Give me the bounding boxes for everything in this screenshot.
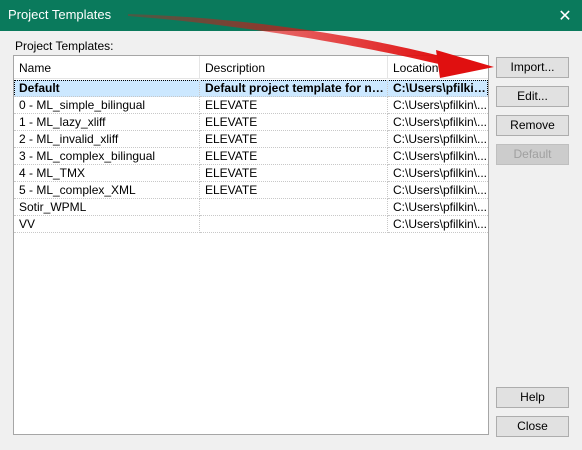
- cell-location: C:\Users\pfilkin\...: [388, 131, 488, 148]
- list-rows: Default Default project template for new.…: [14, 80, 488, 233]
- remove-button[interactable]: Remove: [496, 115, 569, 136]
- cell-name: Sotir_WPML: [14, 199, 200, 216]
- cell-name: 0 - ML_simple_bilingual: [14, 97, 200, 114]
- list-header: Name Description Location: [14, 56, 488, 79]
- cell-description: [200, 199, 388, 216]
- cell-location: C:\Users\pfilkin\...: [388, 97, 488, 114]
- table-row[interactable]: 0 - ML_simple_bilingual ELEVATE C:\Users\p…: [14, 97, 488, 114]
- cell-description: ELEVATE: [200, 114, 388, 131]
- table-row[interactable]: VV C:\Users\pfilkin\...: [14, 216, 488, 233]
- cell-location: C:\Users\pfilkin\...: [388, 148, 488, 165]
- cell-description: ELEVATE: [200, 182, 388, 199]
- table-row[interactable]: Sotir_WPML C:\Users\pfilkin\...: [14, 199, 488, 216]
- help-button[interactable]: Help: [496, 387, 569, 408]
- table-row[interactable]: 3 - ML_complex_bilingual ELEVATE C:\Users\…: [14, 148, 488, 165]
- column-header-description[interactable]: Description: [200, 56, 388, 78]
- templates-list[interactable]: Name Description Location Default Default…: [13, 55, 489, 435]
- cell-location: C:\Users\pfilkin\...: [388, 114, 488, 131]
- column-header-name[interactable]: Name: [14, 56, 200, 78]
- cell-name: 4 - ML_TMX: [14, 165, 200, 182]
- table-row[interactable]: 2 - ML_invalid_xliff ELEVATE C:\Users\pfil…: [14, 131, 488, 148]
- cell-description: ELEVATE: [200, 97, 388, 114]
- cell-location: C:\Users\pfilkin\...: [388, 80, 488, 97]
- table-row[interactable]: 1 - ML_lazy_xliff ELEVATE C:\Users\pfilkin…: [14, 114, 488, 131]
- window-title: Project Templates: [8, 7, 112, 22]
- cell-description: [200, 216, 388, 233]
- default-button[interactable]: Default: [496, 144, 569, 165]
- table-row[interactable]: Default Default project template for new.…: [14, 80, 488, 97]
- close-window-icon[interactable]: ✕: [548, 0, 582, 31]
- close-button[interactable]: Close: [496, 416, 569, 437]
- import-button[interactable]: Import...: [496, 57, 569, 78]
- table-row[interactable]: 5 - ML_complex_XML ELEVATE C:\Users\pfilki…: [14, 182, 488, 199]
- column-header-location[interactable]: Location: [388, 56, 488, 78]
- cell-location: C:\Users\pfilkin\...: [388, 199, 488, 216]
- title-bar: Project Templates ✕: [0, 0, 582, 31]
- cell-name: 1 - ML_lazy_xliff: [14, 114, 200, 131]
- cell-name: 2 - ML_invalid_xliff: [14, 131, 200, 148]
- edit-button[interactable]: Edit...: [496, 86, 569, 107]
- cell-location: C:\Users\pfilkin\...: [388, 182, 488, 199]
- cell-description: Default project template for new...: [200, 80, 388, 97]
- cell-name: 5 - ML_complex_XML: [14, 182, 200, 199]
- cell-name: 3 - ML_complex_bilingual: [14, 148, 200, 165]
- cell-description: ELEVATE: [200, 131, 388, 148]
- cell-location: C:\Users\pfilkin\...: [388, 216, 488, 233]
- cell-name: VV: [14, 216, 200, 233]
- cell-location: C:\Users\pfilkin\...: [388, 165, 488, 182]
- table-row[interactable]: 4 - ML_TMX ELEVATE C:\Users\pfilkin\...: [14, 165, 488, 182]
- cell-description: ELEVATE: [200, 148, 388, 165]
- cell-description: ELEVATE: [200, 165, 388, 182]
- cell-name: Default: [14, 80, 200, 97]
- templates-group-label: Project Templates:: [15, 39, 114, 53]
